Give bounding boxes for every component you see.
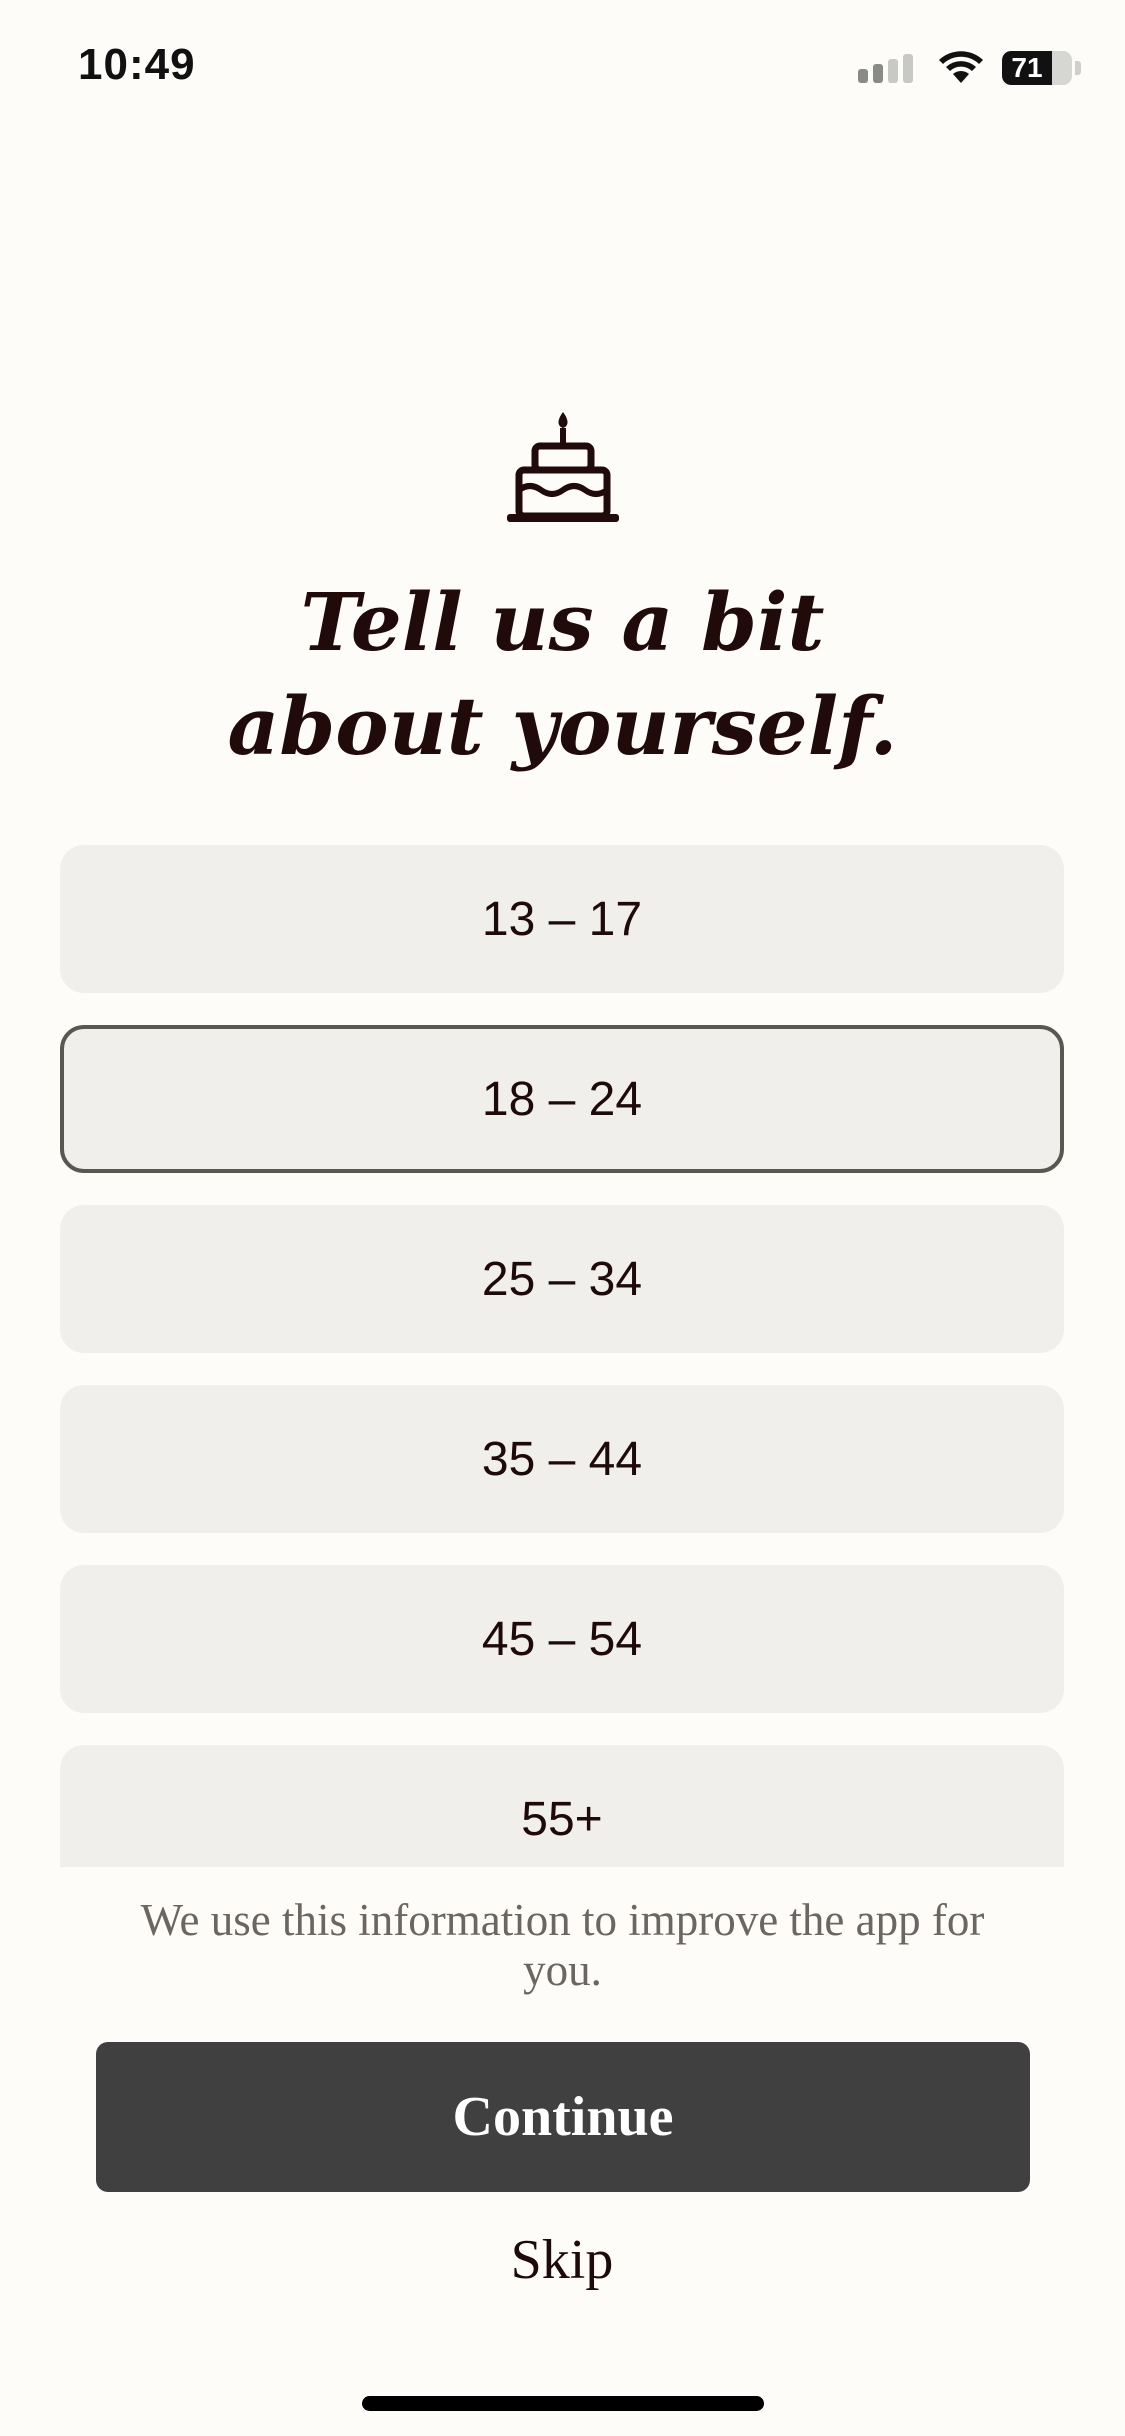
age-option-label: 45 – 54 <box>481 1612 643 1666</box>
info-text: We use this information to improve the a… <box>140 1895 985 1995</box>
age-option-25-34[interactable]: 25 – 34 <box>60 1205 1064 1353</box>
age-options-list[interactable]: 13 – 17 18 – 24 25 – 34 35 – 44 45 – 54 … <box>0 840 1125 1867</box>
title-line-1: Tell us a bit <box>300 575 825 669</box>
battery-level: 71 <box>1011 52 1043 83</box>
signal-icon <box>858 54 913 83</box>
age-option-35-44[interactable]: 35 – 44 <box>60 1385 1064 1533</box>
skip-button[interactable]: Skip <box>412 2222 712 2298</box>
page-title: Tell us a bit about yourself. <box>0 570 1125 778</box>
battery-icon: 71 <box>1002 51 1072 85</box>
age-option-45-54[interactable]: 45 – 54 <box>60 1565 1064 1713</box>
age-option-label: 55+ <box>521 1792 603 1846</box>
status-icons: 71 <box>858 48 1081 88</box>
continue-button[interactable]: Continue <box>96 2042 1030 2192</box>
wifi-icon <box>939 51 983 83</box>
age-option-13-17[interactable]: 13 – 17 <box>60 845 1064 993</box>
battery-cap <box>1075 61 1081 75</box>
age-option-18-24[interactable]: 18 – 24 <box>60 1025 1064 1173</box>
age-option-label: 18 – 24 <box>481 1072 643 1126</box>
home-indicator[interactable] <box>362 2396 764 2411</box>
age-option-label: 35 – 44 <box>481 1432 643 1486</box>
status-bar: 10:49 71 <box>0 0 1125 140</box>
age-option-55-plus[interactable]: 55+ <box>60 1745 1064 1867</box>
birthday-cake-icon <box>507 412 619 522</box>
age-option-label: 13 – 17 <box>481 892 643 946</box>
status-time: 10:49 <box>78 40 196 89</box>
title-line-2: about yourself. <box>227 679 898 773</box>
continue-button-label: Continue <box>452 2086 674 2148</box>
age-option-label: 25 – 34 <box>481 1252 643 1306</box>
